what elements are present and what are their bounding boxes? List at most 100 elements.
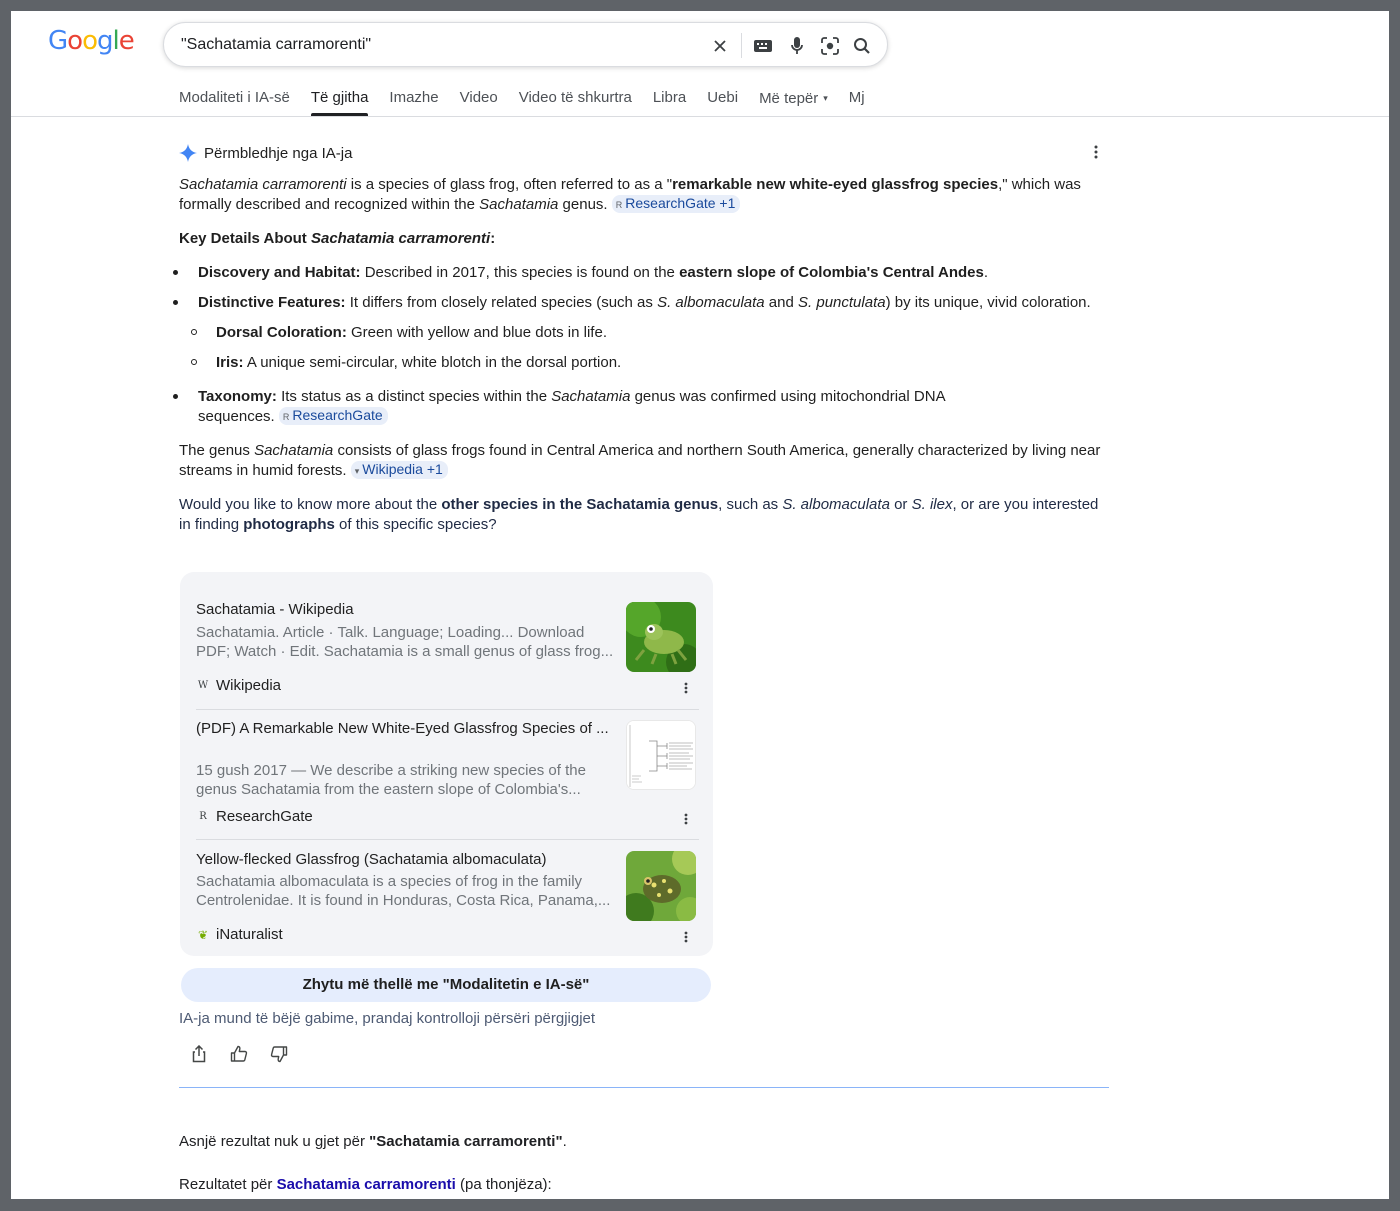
bold-text: eastern slope of Colombia's Central Ande… — [679, 264, 984, 281]
ai-paragraph-question: Would you like to know more about the ot… — [179, 495, 1109, 535]
tab-more-label: Më tepër — [759, 90, 819, 107]
text: . — [562, 1133, 567, 1150]
bold-text: Iris: — [216, 354, 244, 371]
species-name: S. albomaculata — [657, 294, 765, 311]
close-icon[interactable] — [709, 35, 731, 57]
logo-letter: o — [67, 26, 83, 56]
tab-images[interactable]: Imazhe — [389, 88, 438, 116]
more-options-icon[interactable] — [1094, 145, 1098, 159]
google-logo[interactable]: Google — [48, 26, 135, 56]
text: Green with yellow and blue dots in life. — [346, 324, 607, 341]
text: Described in 2017, this species is found… — [360, 264, 680, 281]
researchgate-icon: R — [615, 200, 623, 210]
pdf-thumbnail — [626, 720, 696, 790]
logo-letter: o — [82, 26, 98, 56]
text: or — [889, 496, 912, 513]
camera-lens-icon[interactable] — [819, 35, 841, 57]
tab-web[interactable]: Uebi — [707, 88, 738, 116]
citation-chip[interactable]: R ResearchGate — [278, 407, 388, 425]
tab-books[interactable]: Libra — [653, 88, 686, 116]
ai-sparkle-icon — [179, 144, 197, 162]
results-for-message: Rezultatet për Sachatamia carramorenti (… — [179, 1176, 552, 1193]
card-source: W Wikipedia — [196, 677, 281, 694]
card-divider — [196, 709, 699, 710]
text: : — [490, 230, 496, 247]
results-for-link[interactable]: Sachatamia carramorenti — [277, 1176, 456, 1193]
source-card-researchgate[interactable]: (PDF) A Remarkable New White-Eyed Glassf… — [196, 719, 699, 829]
query-text: "Sachatamia carramorenti" — [369, 1133, 563, 1150]
species-name: S. albomaculata — [782, 496, 890, 513]
thumbs-down-icon[interactable] — [270, 1045, 288, 1063]
citation-label: Wikipedia +1 — [362, 461, 443, 477]
researchgate-favicon-icon: R — [199, 811, 207, 822]
search-input[interactable] — [181, 35, 701, 55]
text: . — [983, 264, 988, 281]
ai-overview-header: Përmbledhje nga IA-ja — [179, 141, 1109, 165]
share-icon[interactable] — [192, 1045, 206, 1063]
species-name: Sachatamia carramorenti — [179, 176, 347, 193]
text: of this specific species? — [334, 516, 497, 533]
card-title[interactable]: Sachatamia - Wikipedia — [196, 600, 616, 620]
card-source-label: Wikipedia — [216, 677, 282, 694]
features-sublist: Dorsal Coloration: Green with yellow and… — [179, 323, 1109, 373]
no-results-message: Asnjë rezultat nuk u gjet për "Sachatami… — [179, 1133, 567, 1150]
species-name: S. punctulata — [798, 294, 886, 311]
tab-more[interactable]: Më tepër ▾ — [759, 88, 828, 116]
ai-paragraph-genus: The genus Sachatamia consists of glass f… — [179, 441, 1109, 481]
section-divider — [179, 1087, 1109, 1088]
bold-text: Taxonomy: — [198, 388, 277, 405]
source-card-inaturalist[interactable]: Yellow-flecked Glassfrog (Sachatamia alb… — [196, 850, 699, 945]
keyboard-icon[interactable] — [752, 35, 774, 57]
citation-chip[interactable]: ▾ Wikipedia +1 — [350, 461, 448, 479]
card-source-label: iNaturalist — [216, 926, 283, 943]
dive-deeper-ai-mode-button[interactable]: Zhytu më thellë me "Modalitetin e IA-së" — [181, 968, 711, 1002]
logo-letter: G — [48, 26, 68, 56]
card-more-icon[interactable] — [684, 813, 688, 825]
text: Asnjë rezultat nuk u gjet për — [179, 1133, 370, 1150]
card-title[interactable]: (PDF) A Remarkable New White-Eyed Glassf… — [196, 719, 616, 759]
card-source: R ResearchGate — [196, 808, 312, 825]
text: A unique semi-circular, white blotch in … — [243, 354, 622, 371]
card-title[interactable]: Yellow-flecked Glassfrog (Sachatamia alb… — [196, 850, 616, 870]
wikipedia-favicon-icon: W — [197, 680, 209, 691]
citation-chip[interactable]: R ResearchGate +1 — [611, 195, 741, 213]
researchgate-icon: R — [282, 412, 290, 422]
text: genus. — [558, 196, 612, 213]
text: ) by its unique, vivid coloration. — [885, 294, 1091, 311]
species-name: Sachatamia carramorenti — [310, 230, 491, 247]
search-divider — [741, 33, 742, 58]
genus-name: Sachatamia — [254, 442, 334, 459]
tab-short-videos[interactable]: Video të shkurtra — [519, 88, 632, 116]
tab-ai-mode[interactable]: Modaliteti i IA-së — [179, 88, 290, 116]
genus-name: Sachatamia — [479, 196, 559, 213]
bold-text: remarkable new white-eyed glassfrog spec… — [672, 176, 999, 193]
text: Rezultatet për — [179, 1176, 277, 1193]
wikipedia-icon: ▾ — [354, 466, 360, 476]
citation-label: ResearchGate — [292, 407, 383, 423]
caret-down-icon: ▾ — [823, 93, 828, 103]
bold-text: photographs — [243, 516, 335, 533]
search-icon[interactable] — [851, 35, 873, 57]
source-cards: Sachatamia - Wikipedia Sachatamia. Artic… — [180, 572, 713, 956]
text: The genus — [179, 442, 255, 459]
text: is a species of glass frog, often referr… — [346, 176, 673, 193]
header-divider — [11, 116, 1389, 117]
logo-letter: g — [97, 26, 113, 56]
list-item: Iris: A unique semi-circular, white blot… — [179, 353, 1109, 373]
card-snippet: Sachatamia albomaculata is a species of … — [196, 873, 611, 909]
card-more-icon[interactable] — [684, 682, 688, 694]
inaturalist-favicon-icon: ❦ — [197, 927, 209, 942]
logo-letter: e — [118, 26, 135, 56]
source-card-wikipedia[interactable]: Sachatamia - Wikipedia Sachatamia. Artic… — [196, 600, 699, 700]
card-more-icon[interactable] — [684, 931, 688, 943]
species-name: S. ilex — [911, 496, 953, 513]
search-tabs: Modaliteti i IA-së Të gjitha Imazhe Vide… — [179, 88, 869, 116]
tab-all[interactable]: Të gjitha — [310, 88, 368, 116]
thumbs-up-icon[interactable] — [230, 1045, 248, 1063]
tab-videos[interactable]: Video — [460, 88, 498, 116]
tab-tools[interactable]: Mj — [849, 88, 869, 116]
bold-text: Distinctive Features: — [198, 294, 346, 311]
list-item: Discovery and Habitat: Described in 2017… — [173, 263, 1109, 283]
text: Would you like to know more about the — [179, 496, 442, 513]
microphone-icon[interactable] — [786, 35, 808, 57]
